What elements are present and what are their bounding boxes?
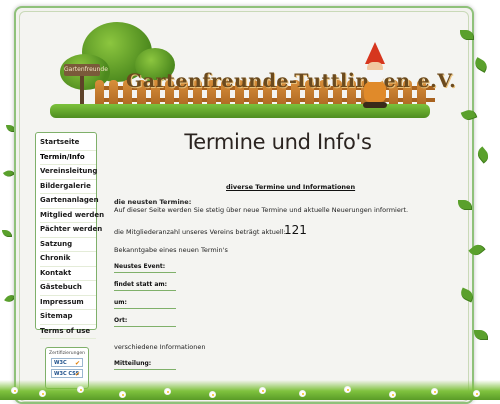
sidebar-item-impressum[interactable]: Impressum (40, 296, 96, 310)
header-banner: Gartenfreunde Gartenfreunde-Tuttlingen e… (40, 14, 456, 119)
sidebar-item-kontakt[interactable]: Kontakt (40, 267, 96, 281)
sidebar-item-vereinsleitung[interactable]: Vereinsleitung (40, 165, 97, 180)
certification-caption: Zertifizierungen (49, 351, 85, 356)
field-date-label: findet statt am: (114, 281, 176, 291)
announce-text: Bekanntgabe eines neuen Termin's (114, 246, 228, 254)
members-count: 121 (284, 223, 307, 237)
sidebar-item-sitemap[interactable]: Sitemap (40, 310, 96, 325)
w3c-css-badge[interactable]: W3C CSS ✔ (51, 369, 83, 378)
field-place-label: Ort: (114, 317, 176, 327)
w3c-xhtml-badge[interactable]: W3C XHTML✔ (51, 358, 83, 375)
sidebar-item-paechter-werden[interactable]: Pächter werden (40, 223, 102, 238)
field-event-label: Neustes Event: (114, 263, 176, 273)
right-ivy-decoration (440, 0, 500, 400)
sidebar-item-mitglied-werden[interactable]: Mitglied werden (40, 209, 104, 223)
sidebar-item-satzung[interactable]: Satzung (40, 238, 96, 252)
sidebar-item-bildergalerie[interactable]: Bildergalerie (40, 180, 96, 194)
garden-gnome-image (357, 42, 393, 112)
page-title: Termine und Info's (184, 130, 372, 154)
sidebar-item-startseite[interactable]: Startseite (40, 136, 96, 151)
sidebar-nav: Startseite Termin/Info Vereinsleitung Bi… (35, 132, 104, 339)
misc-info-text: verschiedene Informationen (114, 343, 206, 351)
check-icon: ✔ (74, 371, 80, 378)
site-title: Gartenfreunde-Tuttlingen e.V. (126, 70, 457, 92)
field-time-label: um: (114, 299, 176, 309)
sidebar-item-termin-info[interactable]: Termin/Info (40, 151, 96, 165)
footer-grass-decoration (0, 380, 500, 400)
members-text: die Mitgliederanzahl unseres Vereins bet… (114, 228, 286, 236)
sidebar-item-gartenanlagen[interactable]: Gartenanlagen (40, 194, 99, 209)
newest-text: Auf dieser Seite werden Sie stetig über … (114, 206, 409, 214)
sidebar-item-gaestebuch[interactable]: Gästebuch (40, 281, 96, 296)
sidebar-item-terms-of-use[interactable]: Terms of use (40, 325, 96, 339)
field-message-label: Mitteilung: (114, 360, 176, 370)
check-icon: ✔ (74, 360, 80, 367)
sidebar-item-chronik[interactable]: Chronik (40, 252, 96, 267)
section-link[interactable]: diverse Termine und Informationen (226, 183, 355, 191)
garden-sign: Gartenfreunde (64, 64, 108, 76)
newest-heading: die neusten Termine: (114, 198, 192, 206)
